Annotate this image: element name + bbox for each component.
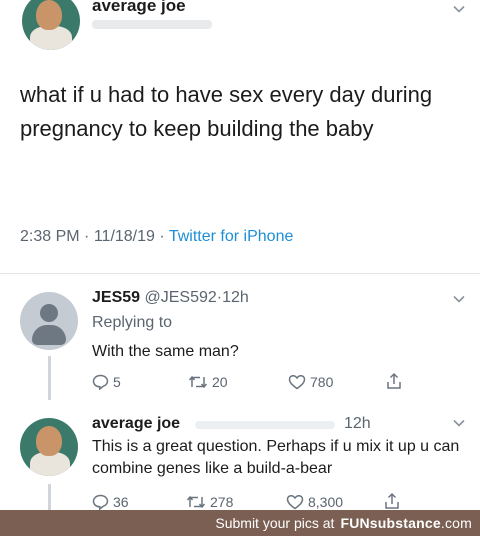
original-tweet-author-name[interactable]: average joe bbox=[92, 0, 186, 16]
reply-1-author-name[interactable]: JES59 bbox=[92, 289, 140, 306]
like-count: 780 bbox=[310, 374, 334, 390]
like-action[interactable]: 780 bbox=[288, 374, 333, 390]
like-action[interactable]: 8,300 bbox=[286, 494, 343, 510]
heart-icon bbox=[286, 494, 304, 510]
retweet-icon bbox=[188, 374, 208, 390]
retweet-count: 278 bbox=[210, 494, 234, 510]
share-icon bbox=[384, 492, 400, 510]
chevron-down-icon[interactable] bbox=[452, 292, 466, 306]
footer-brand[interactable]: FUNsubstance.com bbox=[340, 515, 472, 531]
divider bbox=[0, 273, 480, 274]
avatar-average-joe[interactable] bbox=[22, 0, 80, 50]
reply-1-handle[interactable]: @JES592 bbox=[145, 289, 217, 306]
reply-icon bbox=[92, 374, 109, 390]
share-icon bbox=[386, 372, 402, 390]
retweet-icon bbox=[186, 494, 206, 510]
replying-to-label: Replying to bbox=[92, 314, 173, 331]
reply-action[interactable]: 36 bbox=[92, 494, 129, 510]
chevron-down-icon[interactable] bbox=[452, 2, 466, 16]
reply-2-author-name[interactable]: average joe bbox=[92, 415, 180, 433]
tweet-source-link[interactable]: Twitter for iPhone bbox=[169, 228, 294, 245]
meta-separator: · bbox=[159, 228, 165, 245]
watermark-footer: Submit your pics at FUNsubstance.com bbox=[0, 510, 480, 536]
reply-count: 36 bbox=[113, 494, 129, 510]
reply-2-text: This is a great question. Perhaps if u m… bbox=[92, 438, 460, 477]
reply-1-text: With the same man? bbox=[92, 343, 239, 360]
avatar-jes59[interactable] bbox=[20, 292, 78, 350]
blurred-handle bbox=[92, 20, 212, 29]
tweet-time: 2:38 PM bbox=[20, 228, 80, 245]
thread-line bbox=[48, 356, 51, 400]
reply-icon bbox=[92, 494, 109, 510]
reply-action[interactable]: 5 bbox=[92, 374, 121, 390]
tweet-date: 11/18/19 bbox=[93, 228, 155, 245]
like-count: 8,300 bbox=[308, 494, 344, 510]
original-tweet-text: what if u had to have sex every day duri… bbox=[20, 82, 433, 141]
reply-1-time: 12h bbox=[222, 289, 249, 306]
chevron-down-icon[interactable] bbox=[452, 416, 466, 430]
reply-count: 5 bbox=[113, 374, 121, 390]
share-action[interactable] bbox=[386, 372, 402, 390]
meta-separator: · bbox=[84, 228, 90, 245]
tweet-meta: 2:38 PM · 11/18/19 · Twitter for iPhone bbox=[20, 228, 293, 246]
reply-1-header: JES59 @JES592·12h bbox=[92, 289, 249, 307]
footer-brand-tld: .com bbox=[440, 515, 472, 531]
retweet-count: 20 bbox=[212, 374, 228, 390]
footer-prompt: Submit your pics at bbox=[215, 515, 335, 531]
retweet-action[interactable]: 278 bbox=[186, 494, 233, 510]
blurred-handle bbox=[195, 421, 335, 429]
avatar-average-joe[interactable] bbox=[20, 418, 78, 476]
heart-icon bbox=[288, 374, 306, 390]
reply-2-time: 12h bbox=[344, 415, 371, 432]
thread-line bbox=[48, 484, 51, 510]
retweet-action[interactable]: 20 bbox=[188, 374, 228, 390]
footer-brand-name: FUNsubstance bbox=[340, 515, 441, 531]
share-action[interactable] bbox=[384, 492, 400, 510]
